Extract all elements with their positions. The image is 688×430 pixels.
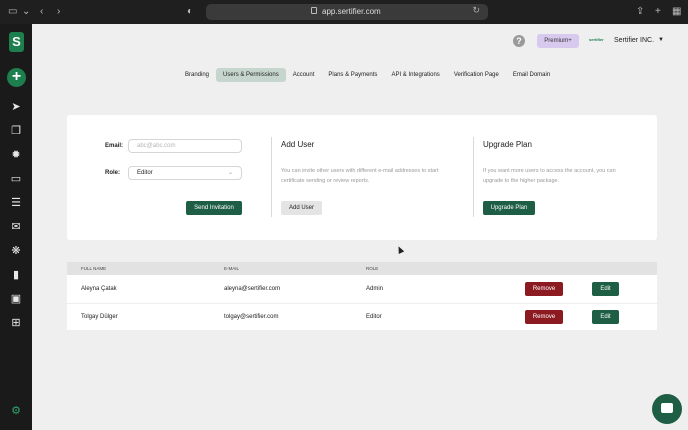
sidebar: S + ➤ ❐ ✹ ▭ ☰ ✉ ❋ ▮ ▣ ⊞ ⚙: [0, 24, 32, 430]
upgrade-plan-title: Upgrade Plan: [483, 140, 532, 149]
badge-icon[interactable]: ✹: [8, 148, 24, 162]
user-email: tolgay@sertifier.com: [224, 314, 279, 320]
main-content: ? Premium+ sertifier Sertifier INC. ▼ Br…: [32, 24, 688, 430]
company-name[interactable]: Sertifier INC.: [614, 37, 654, 44]
add-user-text-2: certificate sending or review reports.: [281, 178, 370, 184]
list-icon[interactable]: ☰: [8, 196, 24, 210]
share-icon[interactable]: ⇪: [636, 5, 644, 19]
divider: [473, 137, 474, 217]
edit-button[interactable]: Edit: [592, 310, 619, 324]
lock-icon: [311, 7, 317, 14]
add-user-text-1: You can invite other users with differen…: [281, 168, 439, 174]
forward-icon[interactable]: ›: [57, 5, 60, 19]
table-row: Aleyna Çatak aleyna@sertifier.com Admin …: [67, 276, 657, 303]
ad-icon[interactable]: ▣: [8, 292, 24, 306]
tab-plans-payments[interactable]: Plans & Payments: [321, 68, 384, 82]
create-button[interactable]: +: [7, 68, 26, 87]
table-header: FULL NAME E-MAIL ROLE: [67, 262, 657, 275]
divider: [271, 137, 272, 217]
company-logo: sertifier: [589, 37, 604, 42]
chevron-down-icon[interactable]: ⌄: [22, 5, 30, 19]
chevron-down-icon: ⌄: [227, 170, 233, 176]
tab-users-permissions[interactable]: Users & Permissions: [216, 68, 286, 82]
user-email: aleyna@sertifier.com: [224, 286, 281, 292]
user-role: Admin: [366, 286, 384, 292]
email-field[interactable]: abc@abc.com: [128, 139, 242, 153]
column-header: E-MAIL: [224, 266, 240, 271]
column-header: ROLE: [366, 266, 379, 271]
mouse-cursor: [395, 245, 405, 254]
users-icon[interactable]: ❋: [8, 244, 24, 258]
analytics-icon[interactable]: ▮: [8, 268, 24, 282]
remove-button[interactable]: Remove: [525, 310, 563, 324]
tab-verification-page[interactable]: Verification Page: [447, 68, 506, 82]
role-select[interactable]: Editor ⌄: [128, 166, 242, 180]
user-name: Tolgay Dülger: [81, 314, 118, 320]
role-label: Role:: [105, 170, 120, 176]
tab-api-integrations[interactable]: API & Integrations: [384, 68, 446, 82]
chat-icon: [661, 403, 673, 413]
edit-button[interactable]: Edit: [592, 282, 619, 296]
role-value: Editor: [137, 170, 153, 176]
browser-toolbar: ▭ ⌄ ‹ › ◐ app.sertifier.com ↻ ⇪ + ▦: [0, 0, 688, 24]
remove-button[interactable]: Remove: [525, 282, 563, 296]
upgrade-text-2: upgrade to the higher package.: [483, 178, 560, 184]
upgrade-text-1: If you want more users to access the acc…: [483, 168, 616, 174]
tab-email-domain[interactable]: Email Domain: [506, 68, 557, 82]
add-user-button[interactable]: Add User: [281, 201, 322, 215]
sidebar-toggle-icon[interactable]: ▭: [8, 5, 17, 19]
users-table: FULL NAME E-MAIL ROLE Aleyna Çatak aleyn…: [67, 262, 657, 330]
certificate-icon[interactable]: ▭: [8, 172, 24, 186]
send-invitation-button[interactable]: Send Invitation: [186, 201, 242, 215]
add-user-title: Add User: [281, 140, 315, 149]
column-header: FULL NAME: [81, 266, 107, 271]
table-row: Tolgay Dülger tolgay@sertifier.com Edito…: [67, 303, 657, 330]
invite-card: Email: abc@abc.com Role: Editor ⌄ Send I…: [67, 115, 657, 240]
tab-branding[interactable]: Branding: [178, 68, 216, 82]
send-icon[interactable]: ➤: [8, 100, 24, 114]
email-label: Email:: [105, 143, 124, 149]
premium-badge[interactable]: Premium+: [537, 34, 579, 48]
address-bar[interactable]: app.sertifier.com ↻: [206, 4, 488, 20]
tab-overview-icon[interactable]: ▦: [672, 5, 681, 19]
chat-button[interactable]: [652, 394, 682, 424]
sertifier-logo[interactable]: S: [9, 32, 24, 52]
gift-icon[interactable]: ⊞: [8, 316, 24, 330]
user-name: Aleyna Çatak: [81, 286, 117, 292]
new-tab-icon[interactable]: +: [655, 5, 661, 19]
chevron-down-icon[interactable]: ▼: [658, 37, 664, 43]
help-icon[interactable]: ?: [513, 35, 525, 47]
shield-icon[interactable]: ◐: [187, 5, 193, 19]
copy-icon[interactable]: ❐: [8, 124, 24, 138]
settings-gear-icon[interactable]: ⚙: [8, 404, 24, 418]
user-role: Editor: [366, 314, 382, 320]
back-icon[interactable]: ‹: [40, 5, 43, 19]
upgrade-plan-button[interactable]: Upgrade Plan: [483, 201, 535, 215]
url-text: app.sertifier.com: [322, 7, 381, 16]
settings-tabs: Branding Users & Permissions Account Pla…: [178, 68, 557, 82]
mail-icon[interactable]: ✉: [8, 220, 24, 234]
tab-account[interactable]: Account: [286, 68, 322, 82]
reload-icon[interactable]: ↻: [472, 5, 480, 16]
